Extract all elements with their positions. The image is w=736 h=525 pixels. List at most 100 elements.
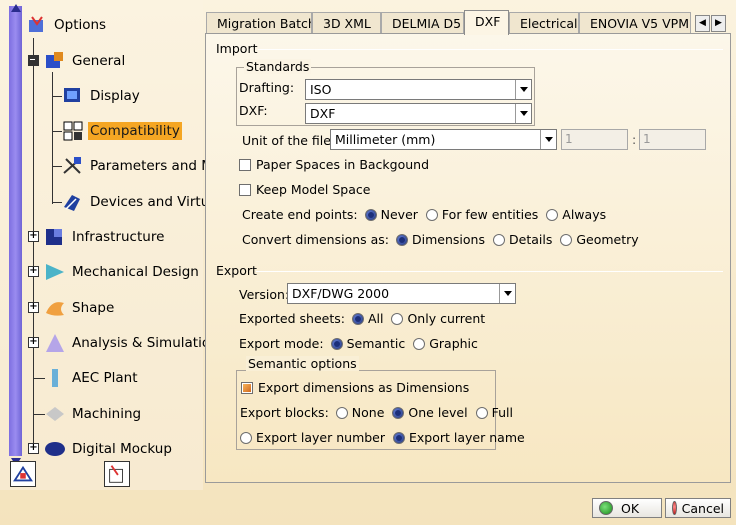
tab-scroll-right-icon[interactable]: ▶ [711,15,726,32]
export-dimensions-checkbox[interactable]: Export dimensions as Dimensions [241,380,469,395]
drafting-label: Drafting: [239,80,295,95]
tab-dxf[interactable]: DXF [464,10,509,35]
drafting-select[interactable]: ISO [305,79,532,100]
radio-label: Export layer number [256,430,386,445]
radio-dot [396,233,409,246]
tree-item-general[interactable]: General [44,48,127,74]
chevron-down-icon [540,130,556,149]
collapse-general-icon[interactable] [28,55,39,66]
tab-3d-xml[interactable]: 3D XML [312,12,381,34]
version-select[interactable]: DXF/DWG 2000 [287,283,516,304]
lock-options-icon[interactable] [104,461,130,487]
radio-dimensions[interactable]: Dimensions [396,232,485,247]
tree-item-analysis[interactable]: Analysis & Simulatio [44,330,212,356]
tree-item-label: Display [90,88,140,104]
tree-item-shape[interactable]: Shape [44,295,116,321]
blocks-label: Export blocks: [240,405,329,420]
unit-scale-numerator: 1 [561,129,628,150]
tree-item-display[interactable]: Display [62,83,142,109]
radio-none[interactable]: None [335,405,384,420]
radio-dot [475,406,488,419]
checkbox-label: Export dimensions as Dimensions [258,380,470,395]
radio-semantic[interactable]: Semantic [330,336,405,351]
keep-model-space-checkbox[interactable]: Keep Model Space [239,182,370,197]
radio-graphic[interactable]: Graphic [413,336,478,351]
radio-label: Only current [407,311,486,326]
radio-never[interactable]: Never [364,207,418,222]
radio-details[interactable]: Details [493,232,552,247]
radio-label: All [367,311,384,326]
scroll-up-icon[interactable] [11,4,21,12]
tab-label: DELMIA D5 [392,16,462,31]
tree-root-label: Options [54,17,107,33]
tab-delmia-d5[interactable]: DELMIA D5 [381,12,464,34]
radio-all[interactable]: All [351,311,384,326]
tree-item-digital-mockup[interactable]: Digital Mockup [44,436,174,462]
radio-only-current[interactable]: Only current [391,311,485,326]
tab-label: Migration Batch [217,16,312,31]
unit-scale-denominator: 1 [639,129,706,150]
dxf-select[interactable]: DXF [305,103,532,124]
version-label: Version: [239,287,290,302]
tree-item-devices[interactable]: Devices and Virtu [62,189,211,215]
tab-migration-batch[interactable]: Migration Batch [206,12,312,34]
parameters-icon [63,157,81,174]
radio-geometry[interactable]: Geometry [560,232,639,247]
radio-one-level[interactable]: One level [392,405,468,420]
radio-dot [391,312,404,325]
tree-root-options[interactable]: Options [26,12,108,38]
ok-icon [599,501,613,515]
expand-icon[interactable]: + [28,337,39,348]
radio-dot [425,208,438,221]
radio-layer-number[interactable]: Export layer number [240,430,385,445]
ok-label: OK [621,500,640,516]
version-value: DXF/DWG 2000 [292,286,390,301]
tree-item-parameters[interactable]: Parameters and M [62,153,215,179]
export-mode-row: Export mode: Semantic Graphic [239,336,486,351]
expand-icon[interactable]: + [28,266,39,277]
display-icon [64,88,80,102]
devices-icon [64,195,80,211]
tree-item-machining[interactable]: Machining [44,401,143,427]
tree-item-label: Analysis & Simulatio [72,335,211,351]
tree-item-compatibility[interactable]: Compatibility [62,118,182,144]
radio-full[interactable]: Full [475,405,513,420]
convert-dimensions-row: Convert dimensions as: Dimensions Detail… [242,232,647,247]
tab-scroll-left-icon[interactable]: ◀ [695,15,710,32]
tab-strip: Migration Batch 3D XML DELMIA D5 DXF Ele… [205,10,736,35]
radio-layer-name[interactable]: Export layer name [393,430,525,445]
drafting-value: ISO [310,82,332,97]
radio-label: Details [509,232,553,247]
tab-electrical[interactable]: Electrical [509,12,579,34]
cancel-button[interactable]: Cancel [665,498,731,518]
radio-dot [392,406,405,419]
cancel-icon [672,501,677,515]
tree-item-label: Machining [72,406,142,422]
radio-few-entities[interactable]: For few entities [425,207,538,222]
tab-label: 3D XML [323,16,371,31]
radio-label: Graphic [429,336,478,351]
unit-select[interactable]: Millimeter (mm) [330,129,557,150]
analysis-icon [46,334,64,352]
tree-item-label: AEC Plant [72,370,138,386]
checkbox-box [241,381,253,394]
radio-dot [240,431,252,444]
tree-item-mechanical-design[interactable]: Mechanical Design [44,259,201,285]
radio-dot [335,406,348,419]
tab-label: Electrical [520,16,578,31]
tree-item-label: General [72,53,126,69]
tree-item-infrastructure[interactable]: Infrastructure [44,224,166,250]
radio-always[interactable]: Always [546,207,606,222]
dxf-value: DXF [310,106,336,121]
expand-icon[interactable]: + [28,443,39,454]
tree-scrollbar[interactable] [9,4,22,466]
tree-item-aec-plant[interactable]: AEC Plant [44,365,140,391]
ok-button[interactable]: OK [592,498,662,518]
scale-separator: : [632,132,637,147]
options-dialog: Options General Display Compatibility Pa… [0,0,736,525]
paper-spaces-checkbox[interactable]: Paper Spaces in Backgound [239,157,429,172]
expand-icon[interactable]: + [28,302,39,313]
tab-enovia-v5-vpm[interactable]: ENOVIA V5 VPM [579,12,691,34]
expand-icon[interactable]: + [28,231,39,242]
reset-icon[interactable] [10,461,36,487]
